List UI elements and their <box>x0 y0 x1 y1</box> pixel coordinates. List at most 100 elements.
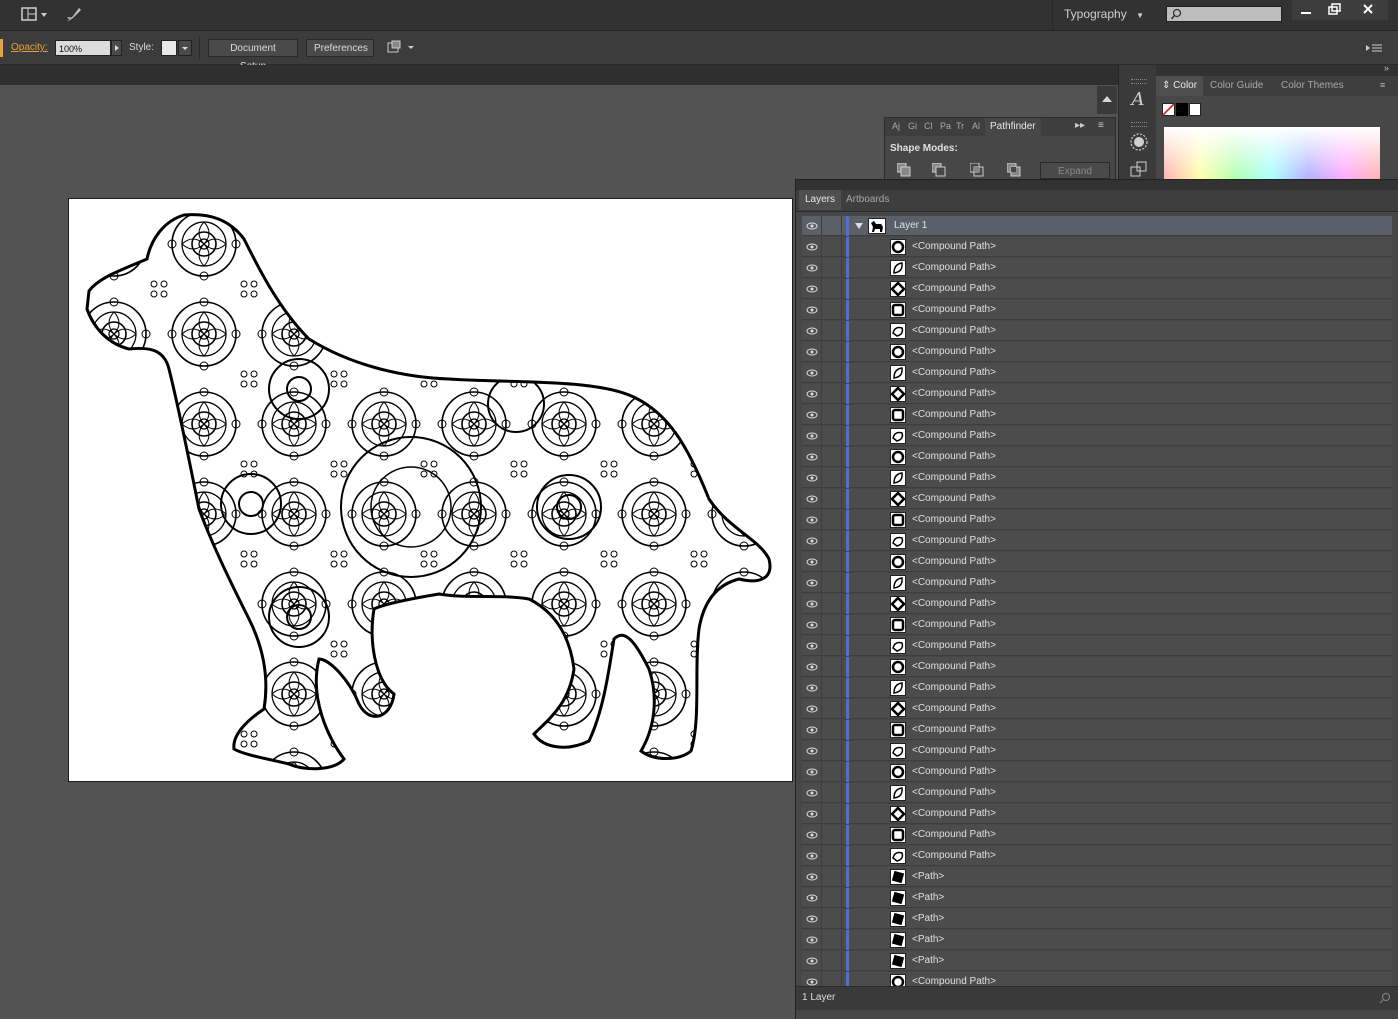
lock-toggle[interactable] <box>822 762 842 782</box>
document-setup-button[interactable]: Document Setup <box>208 39 298 72</box>
visibility-eye-icon[interactable] <box>802 888 822 908</box>
layer-item-row[interactable]: <Compound Path> <box>802 783 1392 803</box>
intersect-icon[interactable] <box>969 162 984 177</box>
visibility-eye-icon[interactable] <box>802 342 822 362</box>
lock-toggle[interactable] <box>822 699 842 719</box>
item-name[interactable]: <Compound Path> <box>912 720 996 740</box>
tab-color[interactable]: ⇕ Color <box>1156 76 1204 96</box>
lock-toggle[interactable] <box>822 909 842 929</box>
item-name[interactable]: <Path> <box>912 888 944 908</box>
visibility-eye-icon[interactable] <box>802 258 822 278</box>
lock-toggle[interactable] <box>822 741 842 761</box>
visibility-eye-icon[interactable] <box>802 216 822 236</box>
unite-icon[interactable] <box>896 162 911 177</box>
visibility-eye-icon[interactable] <box>802 489 822 509</box>
layer-item-row[interactable]: <Compound Path> <box>802 363 1392 383</box>
lock-toggle[interactable] <box>822 426 842 446</box>
visibility-eye-icon[interactable] <box>802 447 822 467</box>
layer-item-row[interactable]: <Compound Path> <box>802 741 1392 761</box>
item-name[interactable]: <Compound Path> <box>912 363 996 383</box>
character-panel-icon[interactable]: A <box>1127 89 1149 111</box>
item-name[interactable]: <Compound Path> <box>912 825 996 845</box>
visibility-eye-icon[interactable] <box>802 468 822 488</box>
layer-row-layer-1[interactable]: Layer 1 <box>802 216 1392 236</box>
lock-toggle[interactable] <box>822 342 842 362</box>
lock-toggle[interactable] <box>822 951 842 971</box>
lock-toggle[interactable] <box>822 867 842 887</box>
layer-item-row[interactable]: <Compound Path> <box>802 573 1392 593</box>
layer-item-row[interactable]: <Path> <box>802 909 1392 929</box>
locate-object-icon[interactable] <box>1379 992 1391 1004</box>
appearance-panel-icon[interactable] <box>1128 131 1150 153</box>
opacity-label[interactable]: Opacity: <box>11 42 48 53</box>
item-name[interactable]: <Compound Path> <box>912 489 996 509</box>
layer-item-row[interactable]: <Compound Path> <box>802 594 1392 614</box>
tab-pathfinder[interactable]: Pathfinder <box>985 118 1041 136</box>
lock-toggle[interactable] <box>822 237 842 257</box>
tab-transform-short[interactable]: Tr <box>956 121 964 131</box>
tab-gradient-short[interactable]: Gi <box>908 121 917 131</box>
visibility-eye-icon[interactable] <box>802 279 822 299</box>
layer-item-row[interactable]: <Compound Path> <box>802 825 1392 845</box>
item-name[interactable]: <Compound Path> <box>912 762 996 782</box>
item-name[interactable]: <Compound Path> <box>912 300 996 320</box>
lock-toggle[interactable] <box>822 804 842 824</box>
visibility-eye-icon[interactable] <box>802 552 822 572</box>
visibility-eye-icon[interactable] <box>802 972 822 986</box>
visibility-eye-icon[interactable] <box>802 951 822 971</box>
tab-pathfinder-short[interactable]: Pa <box>940 121 951 131</box>
panel-menu-icon[interactable] <box>1364 41 1384 55</box>
item-name[interactable]: <Compound Path> <box>912 258 996 278</box>
lock-toggle[interactable] <box>822 930 842 950</box>
tab-layers[interactable]: Layers <box>799 190 842 210</box>
visibility-eye-icon[interactable] <box>802 405 822 425</box>
layer-item-row[interactable]: <Path> <box>802 867 1392 887</box>
lock-toggle[interactable] <box>822 783 842 803</box>
arrange-icon[interactable] <box>386 39 418 57</box>
arrange-documents-icon[interactable] <box>20 6 50 24</box>
visibility-eye-icon[interactable] <box>802 825 822 845</box>
visibility-eye-icon[interactable] <box>802 783 822 803</box>
lock-toggle[interactable] <box>822 468 842 488</box>
white-swatch[interactable] <box>1189 103 1201 116</box>
lock-toggle[interactable] <box>822 657 842 677</box>
opacity-field[interactable]: 100% <box>55 40 111 56</box>
opacity-arrow-button[interactable] <box>111 40 122 56</box>
item-name[interactable]: <Compound Path> <box>912 615 996 635</box>
layer-item-row[interactable]: <Compound Path> <box>802 678 1392 698</box>
visibility-eye-icon[interactable] <box>802 804 822 824</box>
layer-item-row[interactable]: <Path> <box>802 888 1392 908</box>
visibility-eye-icon[interactable] <box>802 426 822 446</box>
visibility-eye-icon[interactable] <box>802 846 822 866</box>
grip-icon[interactable] <box>1131 122 1147 127</box>
layer-item-row[interactable]: <Compound Path> <box>802 321 1392 341</box>
lock-toggle[interactable] <box>822 972 842 986</box>
visibility-eye-icon[interactable] <box>802 615 822 635</box>
lock-toggle[interactable] <box>822 489 842 509</box>
item-name[interactable]: <Compound Path> <box>912 426 996 446</box>
visibility-eye-icon[interactable] <box>802 741 822 761</box>
tab-align-short[interactable]: Aj <box>892 121 900 131</box>
item-name[interactable]: <Path> <box>912 867 944 887</box>
lock-toggle[interactable] <box>822 846 842 866</box>
lock-toggle[interactable] <box>822 825 842 845</box>
item-name[interactable]: <Compound Path> <box>912 510 996 530</box>
layer-item-row[interactable]: <Compound Path> <box>802 426 1392 446</box>
layer-name[interactable]: Layer 1 <box>894 216 927 236</box>
lock-toggle[interactable] <box>822 405 842 425</box>
layer-item-row[interactable]: <Compound Path> <box>802 699 1392 719</box>
item-name[interactable]: <Compound Path> <box>912 552 996 572</box>
item-name[interactable]: <Path> <box>912 930 944 950</box>
lock-toggle[interactable] <box>822 594 842 614</box>
item-name[interactable]: <Path> <box>912 951 944 971</box>
preferences-button[interactable]: Preferences <box>306 39 374 57</box>
item-name[interactable]: <Compound Path> <box>912 594 996 614</box>
item-name[interactable]: <Compound Path> <box>912 321 996 341</box>
lock-toggle[interactable] <box>822 636 842 656</box>
style-swatch[interactable] <box>161 40 177 56</box>
expand-panels-icon[interactable]: ▸▸ <box>1075 120 1085 131</box>
black-swatch[interactable] <box>1176 103 1188 116</box>
item-name[interactable]: <Compound Path> <box>912 636 996 656</box>
none-swatch[interactable] <box>1162 103 1175 116</box>
visibility-eye-icon[interactable] <box>802 909 822 929</box>
